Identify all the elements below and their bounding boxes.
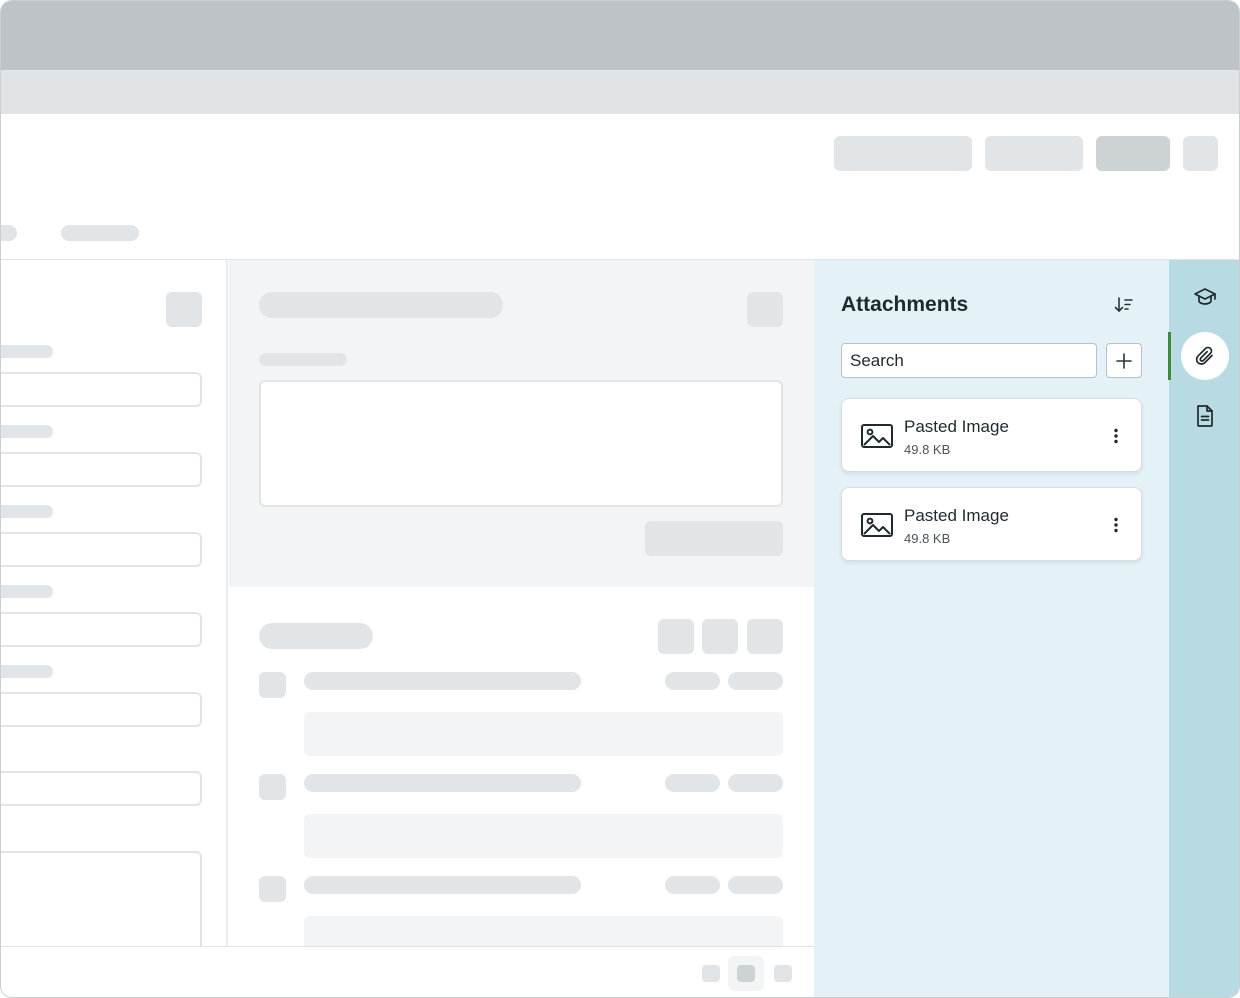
attachment-menu-button[interactable] [1105,423,1127,449]
add-attachment-button[interactable] [1106,343,1142,378]
activity-avatar-placeholder [259,876,286,902]
footer-bar [1,946,814,997]
activity-title-placeholder [259,623,373,649]
attachments-search-input[interactable] [841,343,1097,378]
tab-strip [1,70,1239,114]
title-bar [1,1,1239,70]
field-input-placeholder[interactable] [1,612,202,647]
field-label-placeholder [1,505,53,518]
footer-control-placeholder[interactable] [774,965,792,982]
attachment-card[interactable]: Pasted Image 49.8 KB [841,487,1142,561]
footer-control-placeholder [737,965,755,982]
activity-meta-placeholder [665,774,720,792]
activity-body-placeholder [304,712,783,756]
activity-button-placeholder[interactable] [702,619,738,654]
header-action-placeholder-1[interactable] [834,136,972,171]
header-action-placeholder-2[interactable] [985,136,1083,171]
activity-button-placeholder[interactable] [747,619,783,654]
attachment-name: Pasted Image [904,417,1009,436]
form-column [1,260,228,961]
activity-line-placeholder [304,774,581,792]
activity-button-placeholder[interactable] [658,619,694,654]
activity-body-placeholder [304,814,783,858]
activity-line-placeholder [304,876,581,894]
form-column-button-placeholder[interactable] [166,292,202,327]
textarea-placeholder[interactable] [1,851,202,961]
active-rail-indicator [1168,332,1171,380]
page-header [1,114,1239,260]
attachment-size: 49.8 KB [904,531,951,546]
header-tab-placeholder-2[interactable] [61,225,139,241]
attachments-panel: Attachments Pasted Image [814,260,1169,997]
header-action-placeholder-4[interactable] [1183,136,1218,171]
activity-avatar-placeholder [259,774,286,800]
activity-meta-placeholder [665,672,720,690]
section-label-placeholder [259,353,347,366]
sort-button[interactable] [1111,292,1137,318]
comment-section [229,260,814,587]
field-input-placeholder[interactable] [1,532,202,567]
attachment-name: Pasted Image [904,506,1009,525]
submit-button-placeholder[interactable] [645,521,783,556]
graduation-cap-icon [1194,288,1216,305]
field-input-placeholder[interactable] [1,692,202,727]
attachment-menu-button[interactable] [1105,512,1127,538]
activity-avatar-placeholder [259,672,286,698]
activity-meta-placeholder [728,774,783,792]
attachment-card[interactable]: Pasted Image 49.8 KB [841,398,1142,472]
field-label-placeholder [1,585,53,598]
image-icon [861,424,893,448]
section-button-placeholder[interactable] [747,292,783,327]
activity-section [229,587,814,960]
paperclip-icon [1195,346,1213,365]
field-input-placeholder[interactable] [1,771,202,806]
field-label-placeholder [1,665,53,678]
kebab-menu-icon [1114,517,1118,533]
document-icon [1197,405,1213,427]
header-tab-placeholder-1[interactable] [1,225,17,241]
attachment-size: 49.8 KB [904,442,951,457]
field-input-placeholder[interactable] [1,452,202,487]
field-label-placeholder [1,345,53,358]
rail-document-button[interactable] [1181,392,1229,440]
header-action-placeholder-3[interactable] [1096,136,1170,171]
activity-meta-placeholder [728,672,783,690]
image-icon [861,513,893,537]
footer-control-placeholder[interactable] [702,965,720,982]
rail-attachments-button[interactable] [1181,332,1229,380]
activity-meta-placeholder [728,876,783,894]
section-title-placeholder [259,292,503,318]
field-label-placeholder [1,425,53,438]
kebab-menu-icon [1114,428,1118,444]
comment-textarea-placeholder[interactable] [259,380,783,507]
field-input-placeholder[interactable] [1,372,202,407]
plus-icon [1116,352,1132,369]
attachments-title: Attachments [841,293,969,316]
app-window: Attachments Pasted Image [0,0,1240,998]
footer-control-active[interactable] [728,956,764,991]
side-rail [1168,260,1239,997]
activity-line-placeholder [304,672,581,690]
sort-descending-icon [1114,297,1133,312]
activity-meta-placeholder [665,876,720,894]
rail-learning-button[interactable] [1181,272,1229,320]
